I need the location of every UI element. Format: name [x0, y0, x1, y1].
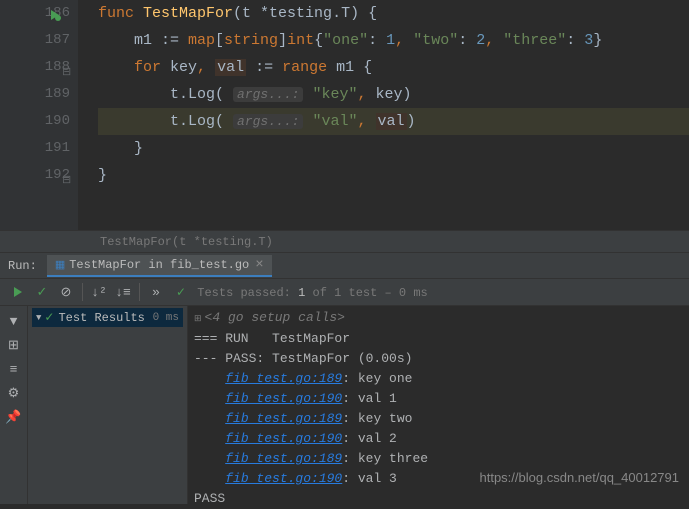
pin-icon[interactable]: 📌: [4, 406, 24, 428]
console-line: --- PASS: TestMapFor (0.00s): [194, 349, 683, 369]
left-toolbar: ▼ ⊞ ≡ ⚙ 📌: [0, 306, 28, 504]
line-number: 186: [0, 0, 70, 27]
console-line: fib_test.go:189: key three: [194, 449, 683, 469]
run-header: Run: ▦ TestMapFor in fib_test.go ×: [0, 253, 689, 278]
line-number: 187: [0, 27, 70, 54]
console-line: ⊞<4 go setup calls>: [194, 308, 683, 329]
test-status: ✓ Tests passed: 1 of 1 test – 0 ms: [176, 285, 428, 300]
expand-button[interactable]: »: [144, 280, 168, 304]
structure-icon[interactable]: ≡: [4, 358, 24, 380]
test-file-icon: ▦: [55, 258, 65, 272]
code-area[interactable]: func TestMapFor(t *testing.T) { m1 := ma…: [78, 0, 689, 230]
check-icon: ✓: [44, 310, 54, 325]
tree-label: Test Results: [58, 311, 144, 325]
console-line: fib_test.go:189: key two: [194, 409, 683, 429]
console-line: PASS: [194, 489, 683, 509]
watermark: https://blog.csdn.net/qq_40012791: [480, 470, 680, 485]
code-line[interactable]: }: [98, 135, 689, 162]
sort-up-icon[interactable]: ↓≡: [111, 280, 135, 304]
rerun-button[interactable]: [6, 280, 30, 304]
tree-time: 0 ms: [153, 312, 179, 324]
file-link[interactable]: fib_test.go:189: [225, 411, 342, 426]
file-link[interactable]: fib_test.go:190: [225, 391, 342, 406]
run-label: Run:: [8, 259, 37, 273]
code-line[interactable]: t.Log( args...: "key", key): [98, 81, 689, 108]
test-tree[interactable]: ▼ ✓ Test Results 0 ms: [28, 306, 188, 504]
test-toolbar: ✓ ⊘ ↓² ↓≡ » ✓ Tests passed: 1 of 1 test …: [0, 278, 689, 306]
code-line[interactable]: }: [98, 162, 689, 189]
code-editor[interactable]: 186 187 188 ⊟ 189 190 191 192 ⊟ func Tes…: [0, 0, 689, 230]
console-line: === RUN TestMapFor: [194, 329, 683, 349]
show-passed-button[interactable]: ✓: [30, 280, 54, 304]
code-line[interactable]: for key, val := range m1 {: [98, 54, 689, 81]
line-number: 191: [0, 135, 70, 162]
settings-icon[interactable]: ⚙: [4, 382, 24, 404]
run-tab[interactable]: ▦ TestMapFor in fib_test.go ×: [47, 255, 272, 277]
code-line[interactable]: func TestMapFor(t *testing.T) {: [98, 0, 689, 27]
console-line: fib_test.go:190: val 2: [194, 429, 683, 449]
file-link[interactable]: fib_test.go:190: [225, 431, 342, 446]
console-line: fib_test.go:190: val 1: [194, 389, 683, 409]
line-number: 188 ⊟: [0, 54, 70, 81]
run-test-icon[interactable]: [48, 6, 62, 20]
separator: [139, 283, 140, 301]
collapse-icon[interactable]: ▼: [36, 313, 41, 323]
sort-down-icon[interactable]: ↓²: [87, 280, 111, 304]
filter-button[interactable]: ▼: [4, 310, 24, 332]
file-link[interactable]: fib_test.go:189: [225, 451, 342, 466]
code-line[interactable]: t.Log( args...: "val", val): [98, 108, 689, 135]
line-number: 189: [0, 81, 70, 108]
line-number: 192 ⊟: [0, 162, 70, 189]
breadcrumb[interactable]: TestMapFor(t *testing.T): [0, 230, 689, 252]
line-number: 190: [0, 108, 70, 135]
file-link[interactable]: fib_test.go:189: [225, 371, 342, 386]
tab-label: TestMapFor in fib_test.go: [69, 258, 249, 272]
run-panel: Run: ▦ TestMapFor in fib_test.go × ✓ ⊘ ↓…: [0, 252, 689, 504]
code-line[interactable]: m1 := map[string]int{"one": 1, "two": 2,…: [98, 27, 689, 54]
test-results-root[interactable]: ▼ ✓ Test Results 0 ms: [32, 308, 183, 327]
separator: [82, 283, 83, 301]
layout-button[interactable]: ⊞: [4, 334, 24, 356]
show-ignored-button[interactable]: ⊘: [54, 280, 78, 304]
gutter: 186 187 188 ⊟ 189 190 191 192 ⊟: [0, 0, 78, 230]
fold-icon[interactable]: ⊟: [62, 168, 71, 195]
close-icon[interactable]: ×: [255, 257, 263, 273]
file-link[interactable]: fib_test.go:190: [225, 471, 342, 486]
console-line: fib_test.go:189: key one: [194, 369, 683, 389]
